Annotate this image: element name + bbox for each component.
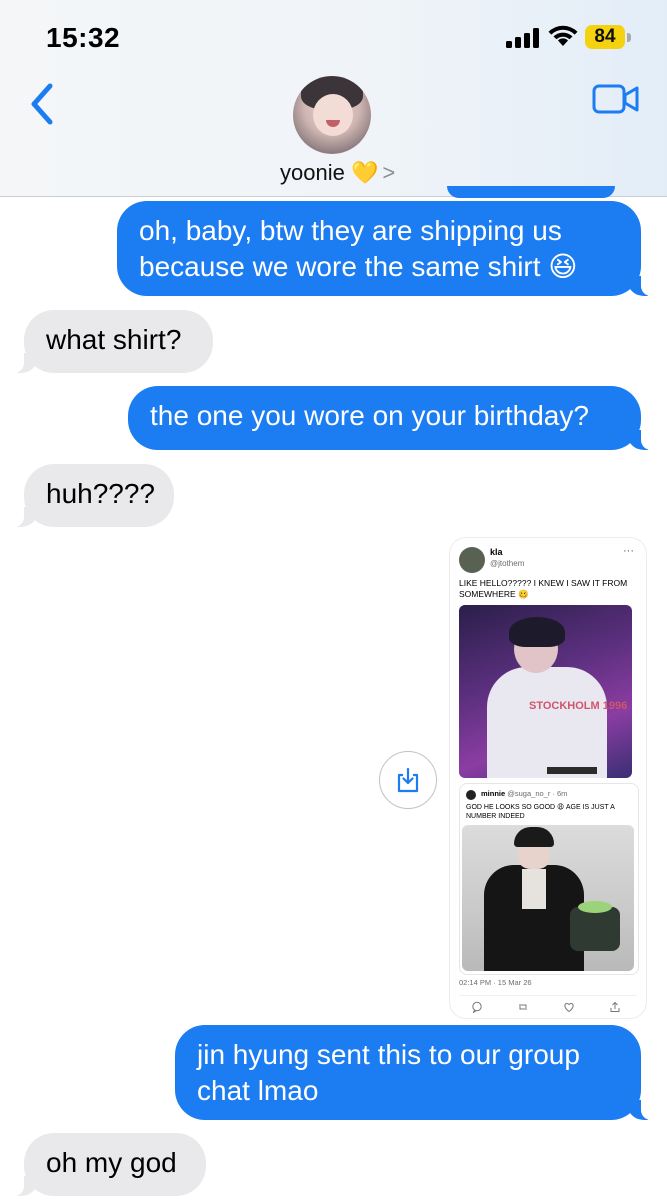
tweet-avatar [459, 547, 485, 573]
message-bubble-incoming[interactable]: what shirt? [8, 310, 213, 373]
reply-icon [472, 1001, 482, 1013]
battery-level: 84 [585, 25, 625, 49]
tweet-actions [459, 995, 637, 1016]
message-bubble-outgoing[interactable]: oh, baby, btw they are shipping us becau… [117, 201, 657, 296]
avatar-face [313, 94, 353, 136]
photo-hair [509, 617, 565, 647]
quoted-text: GOD HE LOOKS SO GOOD 😩 AGE IS JUST A NUM… [466, 804, 615, 820]
contact-name: yoonie 💛 [280, 160, 379, 185]
tweet-author-name: kla [490, 547, 503, 557]
contact-avatar[interactable] [293, 76, 371, 154]
message-bubble-outgoing[interactable]: the one you wore on your birthday? [128, 386, 657, 450]
shared-screenshot-image[interactable]: kla @jtothem ··· LIKE HELLO????? I KNEW … [450, 538, 646, 1018]
share-icon [610, 1001, 620, 1012]
photo-shirt [487, 667, 607, 778]
save-image-button[interactable] [379, 751, 437, 809]
contact-name-button[interactable]: yoonie 💛 > [280, 160, 395, 186]
retweet-icon [519, 1004, 527, 1010]
message-text: oh my god [46, 1147, 177, 1178]
more-icon: ··· [623, 545, 634, 557]
quoted-handle: @suga_no_r · 6m [507, 789, 568, 798]
photo-belt [547, 767, 597, 774]
status-time: 15:32 [46, 22, 121, 53]
tweet-text: LIKE HELLO????? I KNEW I SAW IT FROM SOM… [459, 578, 628, 599]
message-text: what shirt? [46, 324, 182, 355]
battery-cap [627, 33, 631, 42]
quoted-photo [462, 825, 634, 971]
photo-cake-topper [578, 901, 612, 913]
photo-tee [522, 869, 546, 909]
tweet-date: 02:14 PM · 15 Mar 26 [459, 978, 532, 987]
message-text: jin hyung sent this to our group chat lm… [197, 1039, 580, 1106]
battery-indicator: 84 [585, 25, 633, 49]
message-bubble-incoming[interactable]: oh my god [8, 1133, 206, 1196]
share-icon [397, 767, 419, 793]
photo-cap [514, 827, 554, 847]
message-bubble-outgoing[interactable]: jin hyung sent this to our group chat lm… [175, 1025, 657, 1120]
quoted-tweet: minnie @suga_no_r · 6m GOD HE LOOKS SO G… [459, 783, 639, 975]
previous-message-edge [447, 186, 615, 198]
tweet-author-handle: @jtothem [490, 559, 525, 568]
photo-cake [570, 907, 620, 951]
quoted-author: minnie @suga_no_r · 6m [481, 789, 567, 798]
shirt-print: STOCKHOLM 1996 [529, 700, 628, 712]
message-bubble-incoming[interactable]: huh???? [8, 464, 174, 527]
wifi-icon [548, 25, 578, 46]
video-camera-icon[interactable] [592, 84, 640, 114]
message-text: oh, baby, btw they are shipping us becau… [139, 215, 578, 282]
quoted-name: minnie [481, 789, 506, 798]
chevron-right-icon: > [382, 160, 396, 185]
cellular-signal-icon [506, 28, 539, 48]
conversation-header: 15:32 84 yoonie 💛 > [0, 0, 667, 197]
message-text: the one you wore on your birthday? [150, 400, 589, 431]
message-text: huh???? [46, 478, 156, 509]
quoted-avatar [466, 790, 476, 800]
chevron-left-icon[interactable] [26, 82, 58, 126]
tweet-photo: STOCKHOLM 1996 [459, 605, 632, 778]
heart-icon [564, 1002, 574, 1013]
